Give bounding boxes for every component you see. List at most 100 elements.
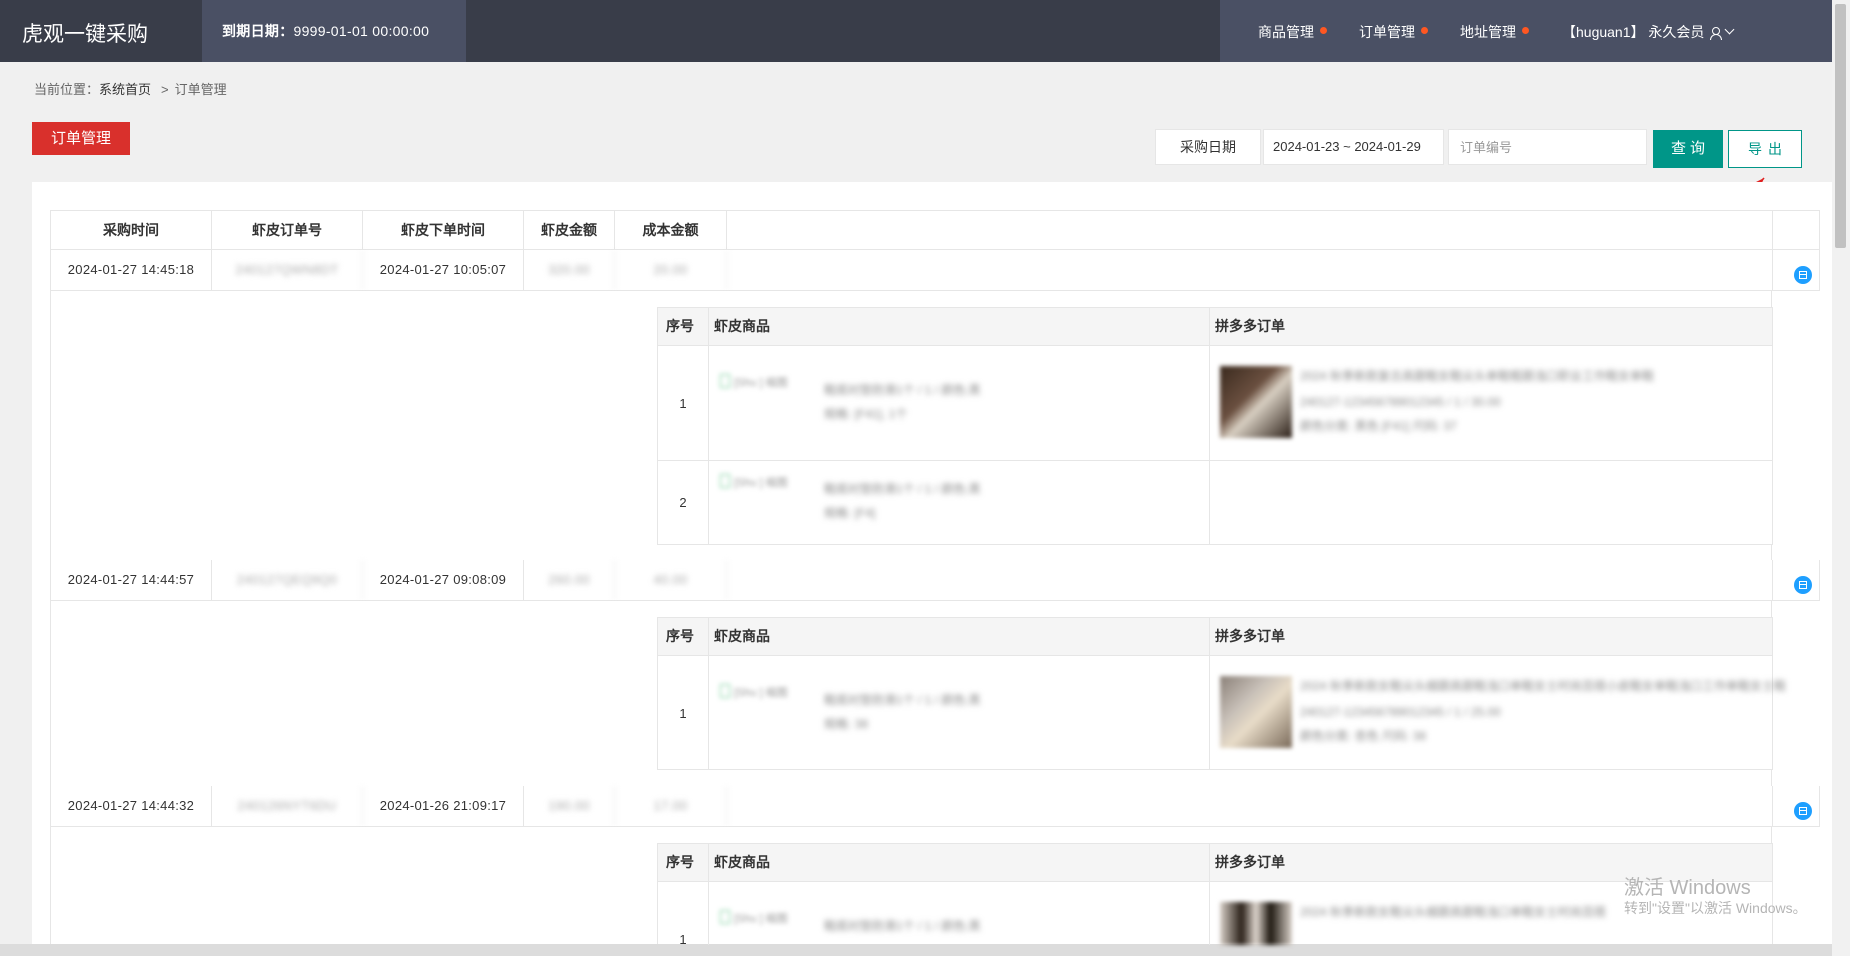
notification-dot bbox=[1522, 27, 1529, 34]
nav-order-management[interactable]: 订单管理 bbox=[1359, 22, 1428, 42]
sub-column-header: 虾皮商品 bbox=[714, 318, 770, 334]
orders-table-header: 采购时间 虾皮订单号 虾皮下单时间 虾皮金额 成本金额 bbox=[50, 210, 1820, 250]
nav-address-label: 地址管理 bbox=[1460, 24, 1516, 40]
user-icon bbox=[1710, 27, 1723, 40]
table-row: 2024-01-27 14:45:18 240127QWN8DT 2024-01… bbox=[50, 250, 1820, 291]
sub-column-header: 拼多多订单 bbox=[1215, 628, 1285, 644]
divider bbox=[708, 618, 709, 769]
pdd-product-image bbox=[1220, 366, 1292, 438]
sub-column-header: 虾皮商品 bbox=[714, 854, 770, 870]
purchase-time: 2024-01-27 14:45:18 bbox=[51, 250, 212, 290]
image-alt: [Shu ] 缩图 bbox=[734, 477, 788, 489]
shopee-order-no: 240127QEQ9Q0 bbox=[212, 560, 363, 600]
nav-address-management[interactable]: 地址管理 bbox=[1460, 22, 1529, 42]
sub-column-header: 序号 bbox=[666, 628, 694, 644]
pdd-order-spec: 颜色分类: 黑色 [F41] 尺码: 37 bbox=[1300, 419, 1457, 433]
sub-column-header: 拼多多订单 bbox=[1215, 854, 1285, 870]
product-spec: 规格: 38 bbox=[824, 717, 869, 731]
windows-watermark-title: 激活 Windows bbox=[1624, 877, 1751, 899]
sub-column-header: 拼多多订单 bbox=[1215, 318, 1285, 334]
column-divider bbox=[1772, 560, 1773, 600]
product-image: [Shu ] 缩图 bbox=[720, 374, 810, 392]
pdd-order-title: 2024 秋季新款复古高跟鞋女鞋尖头单鞋粗跟浅口职业工作鞋女单鞋 bbox=[1300, 369, 1655, 383]
expire-value: 9999-01-01 00:00:00 bbox=[293, 23, 430, 39]
image-alt: [Shu ] 缩图 bbox=[734, 377, 788, 389]
product-info: 鞋底衬垫防滑1个 / 1 / 颜色:黑 bbox=[824, 919, 981, 933]
expand-icon[interactable] bbox=[1794, 266, 1812, 284]
item-index: 1 bbox=[679, 706, 687, 721]
sub-table-header: 序号 虾皮商品 拼多多订单 bbox=[658, 618, 1772, 656]
cost-amount: 17.00 bbox=[615, 786, 727, 826]
item-index: 2 bbox=[679, 495, 687, 510]
table-row: 2024-01-27 14:44:57 240127QEQ9Q0 2024-01… bbox=[50, 560, 1820, 601]
app-title: 虎观一键采购 bbox=[22, 23, 148, 46]
product-image: [Shu ] 缩图 bbox=[720, 474, 810, 492]
purchase-time: 2024-01-27 14:44:57 bbox=[51, 560, 212, 600]
breadcrumb-prefix: 当前位置： bbox=[34, 82, 100, 97]
product-spec: 规格: [F4] bbox=[824, 506, 876, 520]
column-header: 虾皮订单号 bbox=[212, 211, 363, 249]
pdd-order-spec: 颜色分类: 杏色 尺码: 38 bbox=[1300, 729, 1427, 743]
divider bbox=[1209, 844, 1210, 945]
product-spec: 规格: [F41], 1个 bbox=[824, 407, 908, 421]
sub-column-header: 序号 bbox=[666, 854, 694, 870]
divider bbox=[1209, 308, 1210, 544]
breadcrumb-home-link[interactable]: 系统首页 bbox=[99, 82, 151, 97]
pdd-order-title: 2024 秋季新款女鞋尖头细跟高跟鞋浅口单鞋女士时尚百搭 bbox=[1300, 905, 1607, 919]
windows-watermark-text: 转到"设置"以激活 Windows。 bbox=[1624, 900, 1807, 916]
expire-label: 到期日期： bbox=[222, 23, 294, 39]
shopee-order-time: 2024-01-27 10:05:07 bbox=[363, 250, 524, 290]
nav-goods-management[interactable]: 商品管理 bbox=[1258, 22, 1327, 42]
order-number-input[interactable] bbox=[1448, 129, 1647, 165]
divider bbox=[708, 308, 709, 544]
product-info: 鞋底衬垫防滑1个 / 1 / 颜色:黑 bbox=[824, 693, 981, 707]
export-button[interactable]: 导出 bbox=[1728, 130, 1802, 168]
shopee-order-no: 240126NYT6DU bbox=[212, 786, 363, 826]
notification-dot bbox=[1320, 27, 1327, 34]
pdd-order-info: 240127-123456789012345 / 1 / 25.00 bbox=[1300, 705, 1501, 719]
user-menu[interactable]: 【huguan1】 永久会员 bbox=[1562, 22, 1735, 42]
pdd-order-info: 240127-123456789012345 / 1 / 30.00 bbox=[1300, 395, 1501, 409]
breadcrumb-separator: > bbox=[161, 82, 169, 97]
product-info: 鞋底衬垫防滑1个 / 1 / 颜色:黑 bbox=[824, 383, 981, 397]
user-name: 【huguan1】 永久会员 bbox=[1562, 24, 1705, 40]
sub-column-header: 序号 bbox=[666, 318, 694, 334]
pdd-order-title: 2024 秋季新款女鞋尖头细跟高跟鞋浅口单鞋女士时尚百搭小皮鞋女单鞋浅口工作单鞋… bbox=[1300, 679, 1787, 693]
sub-table: 序号 虾皮商品 拼多多订单 1 [Shu ] 缩图 鞋底衬垫防滑1个 / 1 /… bbox=[657, 843, 1773, 947]
date-label: 采购日期 bbox=[1155, 129, 1261, 165]
product-image: [Shu ] 缩图 bbox=[720, 684, 810, 702]
sub-table-header: 序号 虾皮商品 拼多多订单 bbox=[658, 308, 1772, 346]
divider bbox=[658, 460, 1772, 461]
query-button[interactable]: 查询 bbox=[1653, 130, 1723, 168]
sub-table: 序号 虾皮商品 拼多多订单 1 [Shu ] 缩图 鞋底衬垫防滑1个 / 1 /… bbox=[657, 307, 1773, 545]
purchase-time: 2024-01-27 14:44:32 bbox=[51, 786, 212, 826]
sub-column-header: 虾皮商品 bbox=[714, 628, 770, 644]
top-nav: 商品管理 订单管理 地址管理 【huguan1】 永久会员 bbox=[1220, 0, 1832, 62]
image-alt: [Shu ] 缩图 bbox=[734, 913, 788, 925]
nav-order-label: 订单管理 bbox=[1359, 24, 1415, 40]
chevron-down-icon bbox=[1724, 24, 1735, 35]
expand-icon[interactable] bbox=[1794, 576, 1812, 594]
shopee-amount: 260.00 bbox=[524, 560, 615, 600]
cost-amount: 40.00 bbox=[615, 560, 727, 600]
pdd-product-image bbox=[1220, 902, 1292, 945]
expand-icon[interactable] bbox=[1794, 802, 1812, 820]
scrollbar-thumb[interactable] bbox=[1835, 4, 1846, 248]
pdd-product-image bbox=[1220, 676, 1292, 748]
date-range-input[interactable]: 2024-01-23 ~ 2024-01-29 bbox=[1263, 129, 1444, 165]
product-info: 鞋底衬垫防滑1个 / 1 / 颜色:黑 bbox=[824, 482, 981, 496]
horizontal-scrollbar[interactable] bbox=[0, 944, 1832, 956]
expire-info: 到期日期：9999-01-01 00:00:00 bbox=[202, 0, 466, 62]
vertical-scrollbar[interactable] bbox=[1832, 0, 1850, 956]
cost-amount: 20.00 bbox=[615, 250, 727, 290]
page-title: 订单管理 bbox=[32, 122, 130, 155]
column-header: 虾皮下单时间 bbox=[363, 211, 524, 249]
item-index: 1 bbox=[679, 396, 687, 411]
image-alt: [Shu ] 缩图 bbox=[734, 687, 788, 699]
column-divider bbox=[1772, 211, 1773, 249]
sub-table-header: 序号 虾皮商品 拼多多订单 bbox=[658, 844, 1772, 882]
nav-goods-label: 商品管理 bbox=[1258, 24, 1314, 40]
table-row: 2024-01-27 14:44:32 240126NYT6DU 2024-01… bbox=[50, 786, 1820, 827]
breadcrumb: 当前位置：系统首页 > 订单管理 bbox=[34, 79, 227, 98]
shopee-amount: 320.00 bbox=[524, 250, 615, 290]
